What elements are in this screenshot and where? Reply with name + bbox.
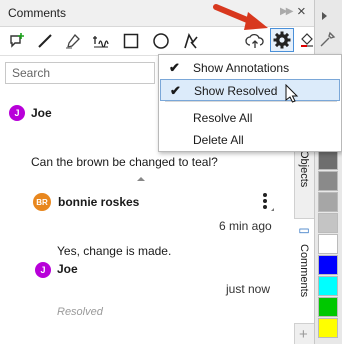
panel-title: Comments xyxy=(8,6,67,20)
color-swatch[interactable] xyxy=(318,318,338,338)
ellipse-tool-icon[interactable] xyxy=(150,30,172,52)
search-input[interactable] xyxy=(5,62,155,84)
gear-icon xyxy=(273,31,291,49)
eyedropper-icon[interactable] xyxy=(318,30,338,51)
red-arrow-icon xyxy=(213,4,268,30)
comment-text: Can the brown be changed to teal? xyxy=(31,155,218,169)
avatar: J xyxy=(35,262,51,278)
reply-text: Yes, change is made. xyxy=(57,244,172,258)
menu-separator xyxy=(165,101,337,102)
avatar: BR xyxy=(33,193,51,211)
color-swatch[interactable] xyxy=(318,150,338,170)
resize-corner-icon xyxy=(268,208,274,211)
line-tool-icon[interactable] xyxy=(34,30,56,52)
reply-timestamp: just now xyxy=(226,282,271,296)
color-swatch[interactable] xyxy=(318,234,338,254)
palette-expand-icon[interactable] xyxy=(322,12,327,20)
color-swatch[interactable] xyxy=(318,192,338,212)
comment-author-name: Joe xyxy=(31,106,52,120)
rectangle-tool-icon[interactable] xyxy=(120,30,142,52)
reply-author-name: bonnie roskes xyxy=(58,195,140,209)
menu-item-delete-all[interactable]: Delete All xyxy=(160,129,340,151)
tab-comments[interactable]: Comments xyxy=(294,244,314,306)
color-swatch[interactable] xyxy=(318,213,338,233)
settings-button[interactable] xyxy=(270,28,294,52)
settings-dropdown-menu: ✔ Show Annotations ✔ Show Resolved Resol… xyxy=(158,54,342,152)
reply-timestamp: 6 min ago xyxy=(219,219,272,233)
color-swatch[interactable] xyxy=(318,255,338,275)
freehand-text-icon[interactable] xyxy=(90,30,112,52)
color-swatch[interactable] xyxy=(318,297,338,317)
add-tab-icon[interactable]: + xyxy=(299,326,308,343)
mouse-cursor-icon xyxy=(285,84,299,103)
checkmark-icon: ✔ xyxy=(169,60,180,75)
cloud-upload-icon[interactable] xyxy=(244,30,266,52)
polyline-tool-icon[interactable] xyxy=(180,30,202,52)
avatar: J xyxy=(9,105,25,121)
resolved-status: Resolved xyxy=(57,306,103,318)
add-comment-icon[interactable] xyxy=(6,30,28,52)
highlighter-icon[interactable] xyxy=(62,30,84,52)
close-icon[interactable]: × xyxy=(297,3,306,20)
menu-item-show-annotations[interactable]: ✔ Show Annotations xyxy=(160,57,340,79)
checkmark-icon: ✔ xyxy=(170,83,181,98)
menu-item-resolve-all[interactable]: Resolve All xyxy=(160,107,340,129)
tab-objects[interactable]: Objects xyxy=(294,150,314,202)
comment-bubble-icon: ▭ xyxy=(297,223,311,237)
color-swatch[interactable] xyxy=(318,276,338,296)
menu-item-show-resolved[interactable]: ✔ Show Resolved xyxy=(160,79,340,101)
collapse-caret-icon[interactable] xyxy=(137,177,145,181)
color-swatch[interactable] xyxy=(318,171,338,191)
expand-panel-icon[interactable]: ▶▶ xyxy=(280,6,293,17)
reply-author-name: Joe xyxy=(57,262,78,276)
